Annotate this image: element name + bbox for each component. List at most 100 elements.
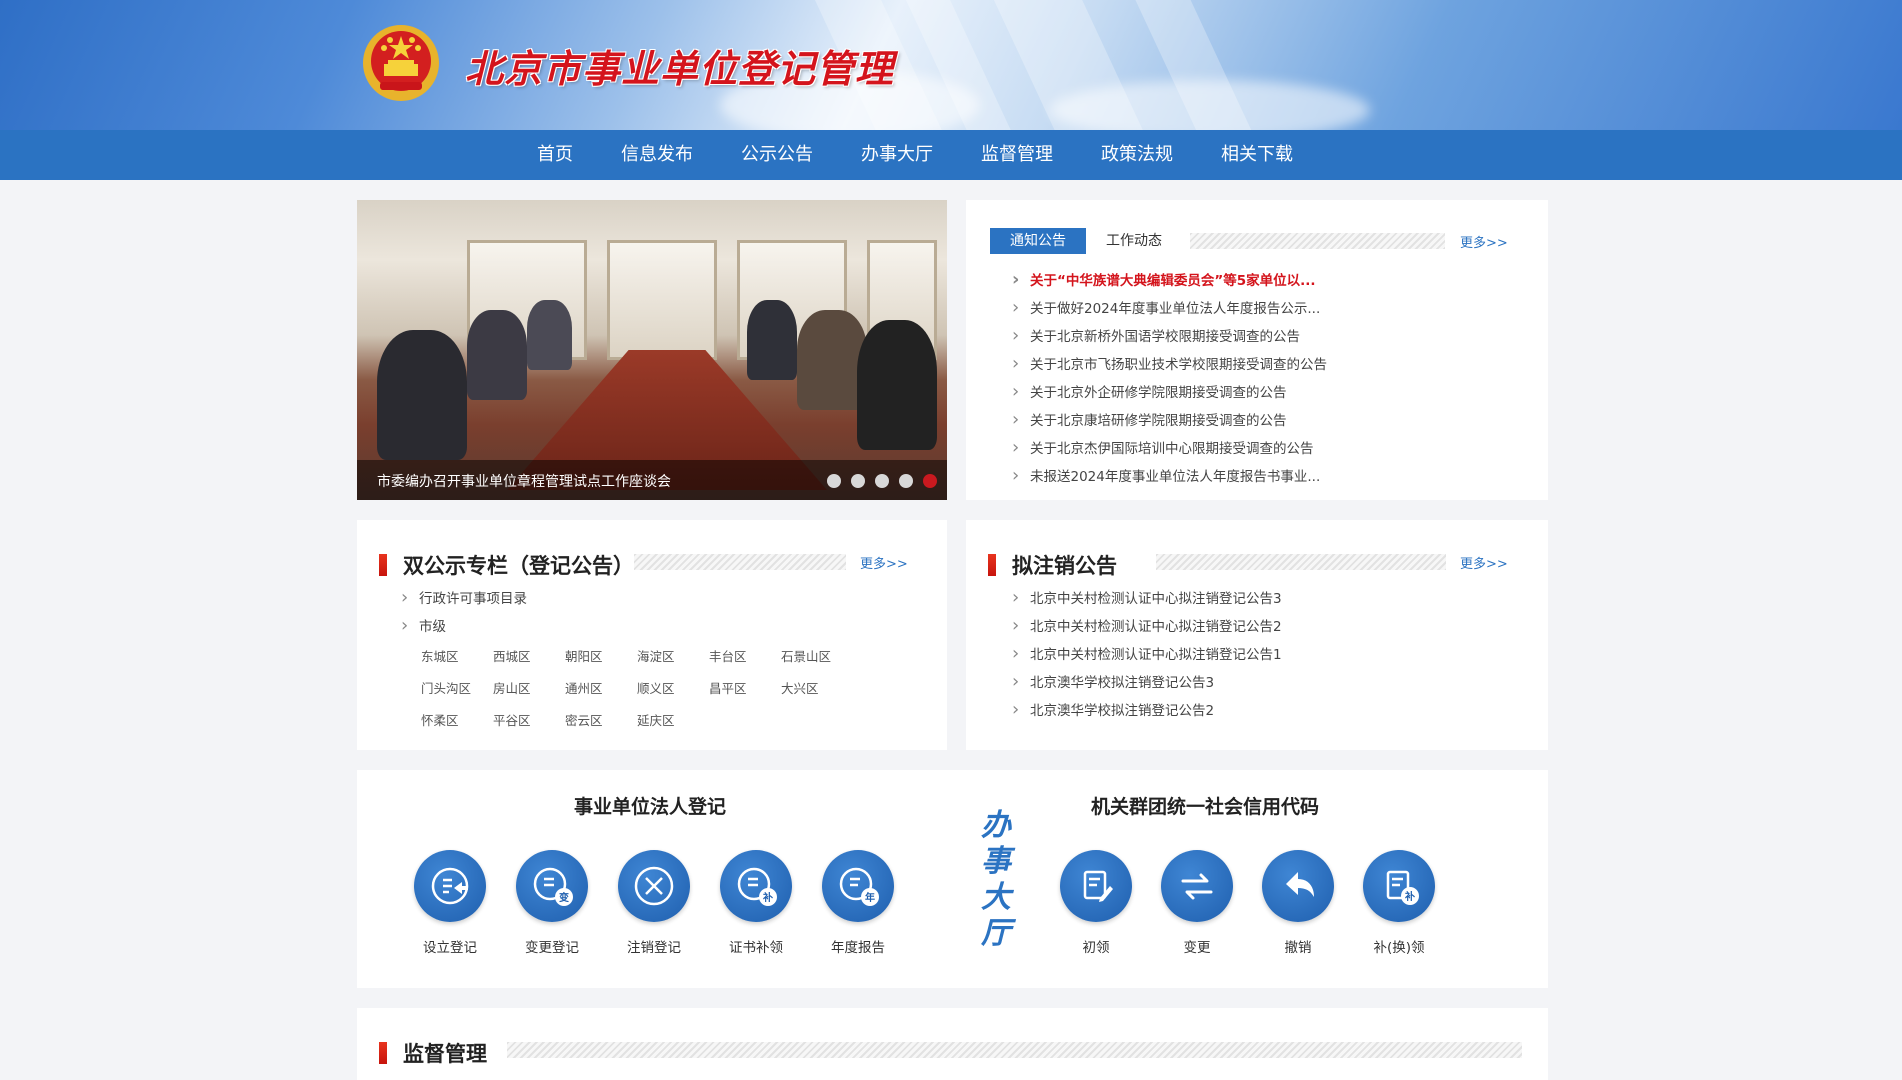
- slider-photo[interactable]: [357, 200, 947, 500]
- cancel-registration-button[interactable]: 注销登记: [609, 850, 699, 956]
- tab-work-news[interactable]: 工作动态: [1086, 228, 1182, 254]
- district-link[interactable]: 延庆区: [637, 712, 709, 730]
- tab-notices[interactable]: 通知公告: [990, 228, 1086, 254]
- notice-more-link[interactable]: 更多>>: [1460, 232, 1508, 251]
- list-item[interactable]: 未报送2024年度事业单位法人年度报告书事业...: [1012, 462, 1327, 490]
- list-item[interactable]: 北京澳华学校拟注销登记公告2: [1012, 696, 1282, 724]
- reissue-button[interactable]: 补 补(换)领: [1354, 850, 1444, 956]
- cancellation-more-link[interactable]: 更多>>: [1460, 553, 1508, 572]
- certificate-reissue-label: 证书补领: [729, 940, 783, 956]
- nav-item-downloads[interactable]: 相关下载: [1197, 130, 1317, 180]
- hatch-divider: [1156, 554, 1446, 570]
- section-marker: [988, 554, 996, 576]
- list-item[interactable]: 关于北京外企研修学院限期接受调查的公告: [1012, 378, 1327, 406]
- hatch-divider: [507, 1042, 1522, 1058]
- site-title[interactable]: 北京市事业单位登记管理: [465, 38, 894, 93]
- list-item[interactable]: 北京中关村检测认证中心拟注销登记公告2: [1012, 612, 1282, 640]
- list-item[interactable]: 关于“中华族谱大典编辑委员会”等5家单位以...: [1012, 266, 1327, 294]
- section-title: 双公示专栏（登记公告）: [403, 554, 634, 578]
- list-item[interactable]: 关于北京康培研修学院限期接受调查的公告: [1012, 406, 1327, 434]
- certificate-reissue-icon: 补: [737, 867, 777, 906]
- cancellation-panel: 拟注销公告 更多>> 北京中关村检测认证中心拟注销登记公告3 北京中关村检测认证…: [966, 520, 1548, 750]
- list-item[interactable]: 关于做好2024年度事业单位法人年度报告公示...: [1012, 294, 1327, 322]
- reissue-label: 补(换)领: [1373, 940, 1425, 956]
- list-item[interactable]: 北京中关村检测认证中心拟注销登记公告1: [1012, 640, 1282, 668]
- nav-item-policies[interactable]: 政策法规: [1077, 130, 1197, 180]
- district-link[interactable]: 怀柔区: [421, 712, 493, 730]
- list-item[interactable]: 行政许可事项目录: [401, 584, 527, 612]
- dual-publicity-panel: 双公示专栏（登记公告） 更多>> 行政许可事项目录 市级 东城区 西城区 朝阳区…: [357, 520, 947, 750]
- exchange-button[interactable]: 变更: [1152, 850, 1242, 956]
- annual-report-icon: 年: [839, 867, 879, 906]
- news-slider[interactable]: 市委编办召开事业单位章程管理试点工作座谈会: [357, 200, 947, 500]
- slider-dot-3[interactable]: [875, 474, 889, 488]
- dual-publicity-list: 行政许可事项目录 市级: [401, 584, 527, 640]
- section-title: 拟注销公告: [1012, 554, 1117, 578]
- district-link[interactable]: 昌平区: [709, 680, 781, 698]
- section-title: 监督管理: [403, 1042, 487, 1066]
- photo-person: [377, 330, 467, 460]
- list-item[interactable]: 关于北京杰伊国际培训中心限期接受调查的公告: [1012, 434, 1327, 462]
- establish-registration-button[interactable]: 设立登记: [405, 850, 495, 956]
- svg-text:变: 变: [559, 891, 569, 904]
- exchange-label: 变更: [1183, 940, 1211, 956]
- main-nav: 首页 信息发布 公示公告 办事大厅 监督管理 政策法规 相关下载: [0, 130, 1902, 180]
- annual-report-button[interactable]: 年 年度报告: [813, 850, 903, 956]
- slider-dot-1[interactable]: [827, 474, 841, 488]
- cancel-registration-label: 注销登记: [627, 940, 681, 956]
- district-link[interactable]: 房山区: [493, 680, 565, 698]
- slider-dot-5[interactable]: [923, 474, 937, 488]
- section-header: 监督管理: [379, 1038, 487, 1068]
- district-link[interactable]: 顺义区: [637, 680, 709, 698]
- slider-dot-2[interactable]: [851, 474, 865, 488]
- section-marker: [379, 1042, 387, 1064]
- district-link[interactable]: 海淀区: [637, 648, 709, 666]
- list-item[interactable]: 市级: [401, 612, 527, 640]
- list-item[interactable]: 北京中关村检测认证中心拟注销登记公告3: [1012, 584, 1282, 612]
- cancel-registration-icon: [634, 866, 674, 906]
- svg-text:年: 年: [865, 891, 875, 904]
- credit-code-heading: 机关群团统一社会信用代码: [1091, 796, 1320, 818]
- list-item[interactable]: 关于北京新桥外国语学校限期接受调查的公告: [1012, 322, 1327, 350]
- district-link[interactable]: 门头沟区: [421, 680, 493, 698]
- hatch-divider: [1190, 233, 1445, 249]
- slider-caption-bar: 市委编办召开事业单位章程管理试点工作座谈会: [357, 460, 947, 500]
- supervision-panel: 监督管理: [357, 1008, 1548, 1080]
- slider-caption[interactable]: 市委编办召开事业单位章程管理试点工作座谈会: [377, 471, 671, 491]
- district-link[interactable]: 通州区: [565, 680, 637, 698]
- nav-item-info-release[interactable]: 信息发布: [597, 130, 717, 180]
- slider-dot-4[interactable]: [899, 474, 913, 488]
- nav-item-supervision[interactable]: 监督管理: [957, 130, 1077, 180]
- change-registration-button[interactable]: 变 变更登记: [507, 850, 597, 956]
- service-hall-label: 办事大厅: [981, 808, 1011, 951]
- nav-item-service-hall[interactable]: 办事大厅: [837, 130, 957, 180]
- notice-list: 关于“中华族谱大典编辑委员会”等5家单位以... 关于做好2024年度事业单位法…: [1012, 266, 1327, 490]
- district-link[interactable]: 丰台区: [709, 648, 781, 666]
- section-marker: [379, 554, 387, 576]
- first-apply-button[interactable]: 初领: [1051, 850, 1141, 956]
- svg-text:补: 补: [1404, 890, 1415, 903]
- district-link[interactable]: 平谷区: [493, 712, 565, 730]
- cancellation-list: 北京中关村检测认证中心拟注销登记公告3 北京中关村检测认证中心拟注销登记公告2 …: [1012, 584, 1282, 724]
- revoke-button[interactable]: 撤销: [1253, 850, 1343, 956]
- district-link[interactable]: 石景山区: [781, 648, 853, 666]
- nav-item-home[interactable]: 首页: [513, 130, 597, 180]
- certificate-reissue-button[interactable]: 补 证书补领: [711, 850, 801, 956]
- district-link[interactable]: 西城区: [493, 648, 565, 666]
- photo-window: [607, 240, 717, 360]
- notice-tabs: 通知公告 工作动态: [990, 228, 1182, 254]
- list-item[interactable]: 北京澳华学校拟注销登记公告3: [1012, 668, 1282, 696]
- district-link[interactable]: 东城区: [421, 648, 493, 666]
- list-item[interactable]: 关于北京市飞扬职业技术学校限期接受调查的公告: [1012, 350, 1327, 378]
- services-panel: 事业单位法人登记 设立登记 变 变更登记 注销登记 补 证书补领 年 年度报告 …: [357, 770, 1548, 988]
- photo-person: [857, 320, 937, 450]
- district-link[interactable]: 密云区: [565, 712, 637, 730]
- district-link[interactable]: 朝阳区: [565, 648, 637, 666]
- district-link[interactable]: 大兴区: [781, 680, 853, 698]
- dual-publicity-more-link[interactable]: 更多>>: [860, 553, 908, 572]
- section-header: 拟注销公告: [988, 550, 1117, 580]
- exchange-icon: [1181, 873, 1213, 900]
- section-header: 双公示专栏（登记公告）: [379, 550, 634, 580]
- nav-item-public-notice[interactable]: 公示公告: [717, 130, 837, 180]
- district-grid: 东城区 西城区 朝阳区 海淀区 丰台区 石景山区 门头沟区 房山区 通州区 顺义…: [421, 648, 861, 730]
